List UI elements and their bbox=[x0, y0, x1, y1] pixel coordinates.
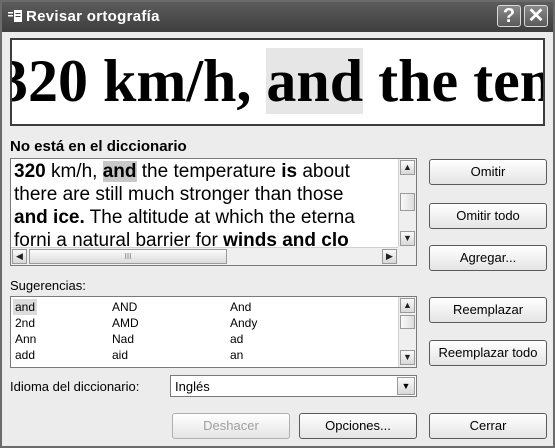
preview-text: 320 km/h, and the temperature bbox=[10, 44, 543, 118]
not-in-dictionary-textbox[interactable]: 320 km/h, and the temperature is about t… bbox=[10, 158, 417, 266]
window-title: Revisar ortografía bbox=[26, 8, 160, 25]
help-button[interactable]: ? bbox=[497, 5, 521, 27]
scroll-right-arrow-icon[interactable]: ▶ bbox=[382, 249, 397, 264]
add-button[interactable]: Agregar... bbox=[429, 245, 547, 271]
suggestion-item[interactable]: aid bbox=[112, 347, 128, 363]
dictionary-language-label: Idioma del diccionario: bbox=[10, 379, 140, 394]
omit-button[interactable]: Omitir bbox=[429, 159, 547, 185]
scroll-left-arrow-icon[interactable]: ◀ bbox=[12, 249, 27, 264]
suggestions-label: Sugerencias: bbox=[10, 278, 86, 293]
word-preview: 320 km/h, and the temperature bbox=[10, 38, 545, 126]
line-fragment: about bbox=[297, 161, 350, 182]
close-button[interactable]: Cerrar bbox=[429, 413, 547, 439]
misspelled-word: and bbox=[102, 161, 137, 182]
dictionary-language-value: Inglés bbox=[175, 379, 210, 394]
horizontal-scroll-thumb[interactable]: III bbox=[29, 249, 227, 264]
suggestion-item[interactable]: Ann bbox=[15, 331, 36, 347]
scroll-thumb[interactable] bbox=[400, 193, 415, 211]
chevron-down-icon[interactable]: ▼ bbox=[397, 377, 415, 395]
suggestion-item-selected[interactable]: and bbox=[13, 299, 38, 315]
scroll-thumb[interactable] bbox=[400, 315, 415, 329]
suggestion-item[interactable]: Nad bbox=[112, 331, 134, 347]
close-window-button[interactable]: ✕ bbox=[524, 5, 548, 27]
line-fragment: the temperature bbox=[136, 161, 282, 182]
suggestion-item[interactable]: And bbox=[230, 299, 251, 315]
textbox-vertical-scrollbar[interactable]: ▲ ▼ bbox=[398, 159, 416, 248]
preview-after: the temperature bbox=[378, 48, 543, 114]
scroll-up-arrow-icon[interactable]: ▲ bbox=[400, 298, 415, 313]
omit-all-button[interactable]: Omitir todo bbox=[429, 203, 547, 229]
suggestion-item[interactable]: AMD bbox=[112, 315, 139, 331]
textbox-horizontal-scrollbar[interactable]: ◀ III ▶ bbox=[11, 247, 400, 265]
suggestion-item[interactable]: add bbox=[15, 347, 35, 363]
line-fragment: km/h, bbox=[45, 161, 103, 182]
suggestion-item[interactable]: 2nd bbox=[15, 315, 35, 331]
suggestion-item[interactable]: an bbox=[230, 347, 243, 363]
preview-before: 320 km/h, bbox=[10, 48, 267, 114]
sentence-text: 320 km/h, and the temperature is about t… bbox=[14, 160, 394, 252]
line-fragment: The altitude at which the eterna bbox=[84, 207, 355, 228]
suggestion-item[interactable]: AND bbox=[112, 299, 137, 315]
sentence-line: there are still much stronger than those bbox=[14, 184, 344, 205]
replace-all-button[interactable]: Reemplazar todo bbox=[429, 340, 547, 366]
options-button[interactable]: Opciones... bbox=[299, 413, 417, 439]
not-in-dictionary-label: No está en el diccionario bbox=[10, 138, 187, 155]
word-320: 320 bbox=[14, 161, 46, 182]
sentence-line: and ice. The altitude at which the etern… bbox=[14, 206, 394, 229]
suggestion-item[interactable]: Andy bbox=[230, 315, 257, 331]
spelling-dialog: Revisar ortografía ? ✕ 320 km/h, and the… bbox=[0, 0, 555, 448]
scrollbar-corner bbox=[398, 247, 416, 265]
dictionary-language-select[interactable]: Inglés ▼ bbox=[170, 375, 417, 397]
replace-button[interactable]: Reemplazar bbox=[429, 297, 547, 323]
word-is: is bbox=[281, 161, 298, 182]
suggestion-item[interactable]: ad bbox=[230, 331, 243, 347]
sentence-line: 320 km/h, and the temperature is about bbox=[14, 160, 394, 183]
preview-highlighted-word: and bbox=[266, 48, 364, 114]
scroll-down-arrow-icon[interactable]: ▼ bbox=[400, 231, 415, 246]
bold-fragment: and ice. bbox=[14, 207, 85, 228]
document-icon bbox=[8, 10, 22, 22]
scroll-up-arrow-icon[interactable]: ▲ bbox=[400, 160, 415, 175]
undo-button[interactable]: Deshacer bbox=[172, 413, 290, 439]
suggestions-list[interactable]: and AND And 2nd AMD Andy Ann Nad ad add … bbox=[10, 296, 417, 368]
title-bar[interactable]: Revisar ortografía ? ✕ bbox=[2, 2, 553, 32]
suggestions-scrollbar[interactable]: ▲ ▼ bbox=[398, 297, 416, 367]
scroll-down-arrow-icon[interactable]: ▼ bbox=[400, 350, 415, 365]
